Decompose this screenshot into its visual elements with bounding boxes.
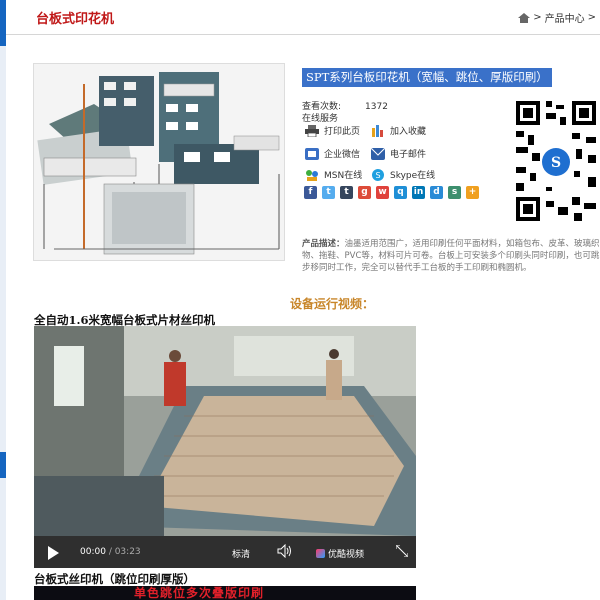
email-link[interactable]: 电子邮件 xyxy=(371,147,426,160)
product-description: 产品描述：油墨适用范围广，适用印刷任何平面材料，如箱包布、皮革、玻璃织物、拖鞋、… xyxy=(302,238,600,274)
video2-caption: 台板式丝印机（跳位印刷厚版） xyxy=(34,572,195,586)
svg-text:S: S xyxy=(551,155,561,171)
wechat-link[interactable]: 企业微信 xyxy=(305,147,360,160)
view-stats: 查看次数: 1372 在线服务 xyxy=(302,101,388,125)
description-text: 油墨适用范围广，适用印刷任何平面材料，如箱包布、皮革、玻璃织物、拖鞋、PVC等，… xyxy=(302,239,600,273)
share-buttons: f t t g w q in d s + xyxy=(304,186,479,199)
share-icon[interactable]: s xyxy=(448,186,461,199)
product-title: SPT系列台板印花机（宽幅、跳位、厚版印刷） xyxy=(302,68,552,87)
qq-icon[interactable]: q xyxy=(394,186,407,199)
home-icon[interactable] xyxy=(518,12,531,23)
youku-brand[interactable]: 优酷视频 xyxy=(316,547,364,560)
left-sidebar xyxy=(0,0,6,600)
email-icon xyxy=(371,147,385,160)
facebook-icon[interactable]: f xyxy=(304,186,317,199)
online-service-label: 在线服务 xyxy=(302,114,339,124)
wechat-icon xyxy=(305,147,319,160)
video2-player[interactable]: 单色跳位多次叠版印刷 xyxy=(34,586,416,600)
add-favorite-link[interactable]: 加入收藏 xyxy=(371,124,426,137)
breadcrumb-products[interactable]: 产品中心 xyxy=(545,10,585,25)
volume-icon[interactable] xyxy=(277,544,293,558)
views-count: 1372 xyxy=(365,102,388,112)
header-bar: 台板式印花机 > 产品中心 > xyxy=(6,0,600,35)
google-plus-icon[interactable]: g xyxy=(358,186,371,199)
skype-link[interactable]: S Skype在线 xyxy=(371,168,435,181)
svg-text:S: S xyxy=(375,171,380,180)
breadcrumb-separator: > xyxy=(533,12,542,23)
description-label: 产品描述： xyxy=(302,239,345,249)
digg-icon[interactable]: d xyxy=(430,186,443,199)
video-player[interactable]: 00:00 / 03:23 标清 优酷视频 xyxy=(34,326,416,568)
twitter-icon[interactable]: t xyxy=(322,186,335,199)
video2-overlay-text: 单色跳位多次叠版印刷 xyxy=(134,586,265,600)
play-icon[interactable] xyxy=(48,546,59,560)
breadcrumb-separator: > xyxy=(587,12,596,23)
tumblr-icon[interactable]: t xyxy=(340,186,353,199)
video-frame xyxy=(34,326,416,536)
breadcrumb: > 产品中心 > xyxy=(518,10,596,25)
bookmark-icon xyxy=(372,124,383,137)
printer-icon xyxy=(305,124,319,137)
msn-icon xyxy=(306,169,318,181)
linkedin-icon[interactable]: in xyxy=(412,186,425,199)
video-controls: 00:00 / 03:23 标清 优酷视频 xyxy=(34,536,416,568)
more-share-icon[interactable]: + xyxy=(466,186,479,199)
views-label: 查看次数: xyxy=(302,102,342,112)
fullscreen-icon[interactable] xyxy=(396,545,408,557)
weibo-icon[interactable]: w xyxy=(376,186,389,199)
qr-code: S xyxy=(512,97,600,227)
youku-icon xyxy=(316,549,325,558)
msn-link[interactable]: MSN在线 xyxy=(305,168,362,181)
page-title: 台板式印花机 xyxy=(36,12,115,27)
video-section-heading: 设备运行视频： xyxy=(290,297,375,311)
video-time: 00:00 / 03:23 xyxy=(80,547,141,557)
sidebar-accent xyxy=(0,452,6,478)
skype-icon: S xyxy=(372,168,384,181)
product-image xyxy=(33,63,285,261)
quality-selector[interactable]: 标清 xyxy=(232,547,250,560)
print-page-link[interactable]: 打印此页 xyxy=(305,124,360,137)
